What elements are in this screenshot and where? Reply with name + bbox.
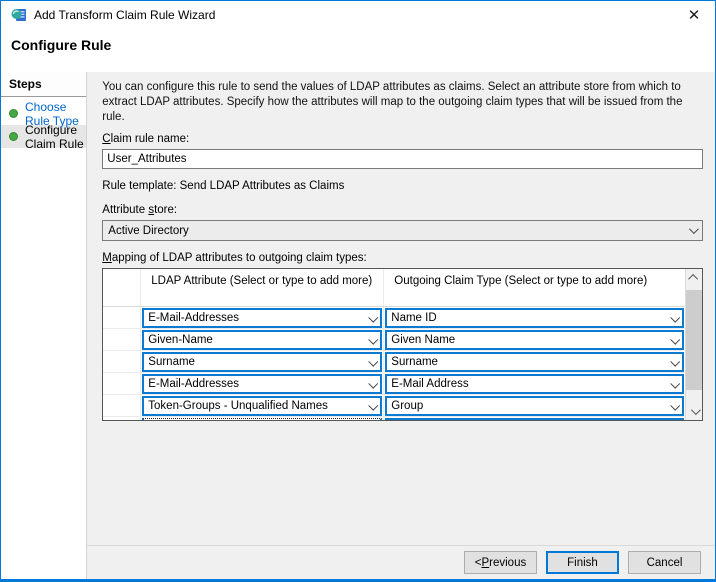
wizard-window: Add Transform Claim Rule Wizard ✕ Config… [0, 0, 716, 582]
row-selector[interactable] [103, 351, 141, 372]
step-completed-icon [9, 109, 18, 118]
outgoing-claim-column-header: Outgoing Claim Type (Select or type to a… [384, 269, 685, 288]
outgoing-claim-select-5[interactable] [385, 418, 684, 421]
table-row: Surname Surname [103, 351, 685, 373]
ldap-attribute-select-3[interactable]: E-Mail-Addresses [142, 374, 382, 394]
row-selector-header [103, 269, 141, 306]
page-header: Configure Rule [1, 29, 715, 72]
row-selector[interactable] [103, 329, 141, 350]
table-row: E-Mail-Addresses E-Mail Address [103, 373, 685, 395]
ldap-attribute-select-1[interactable]: Given-Name [142, 330, 382, 350]
wizard-app-icon [11, 7, 27, 23]
chevron-down-icon [369, 378, 379, 388]
chevron-down-icon [369, 400, 379, 410]
outgoing-claim-select-2[interactable]: Surname [385, 352, 684, 372]
window-title: Add Transform Claim Rule Wizard [34, 8, 681, 22]
outgoing-claim-select-0[interactable]: Name ID [385, 308, 684, 328]
chevron-down-icon [689, 224, 699, 234]
chevron-down-icon [670, 356, 680, 366]
mapping-table-header: LDAP Attribute (Select or type to add mo… [103, 269, 685, 307]
title-bar: Add Transform Claim Rule Wizard ✕ [1, 1, 715, 29]
chevron-down-icon [670, 334, 680, 344]
page-title: Configure Rule [11, 37, 715, 53]
previous-button[interactable]: < Previous [464, 551, 537, 574]
configure-rule-panel: You can configure this rule to send the … [87, 72, 715, 545]
close-icon[interactable]: ✕ [681, 4, 707, 26]
chevron-down-icon [369, 334, 379, 344]
chevron-down-icon [670, 400, 680, 410]
table-scrollbar[interactable] [685, 269, 702, 420]
ldap-attribute-select-5[interactable] [142, 418, 382, 421]
wizard-button-bar: < Previous Finish Cancel [87, 545, 715, 579]
chevron-down-icon [670, 378, 680, 388]
outgoing-claim-select-4[interactable]: Group [385, 396, 684, 416]
attribute-store-label: Attribute store: [102, 204, 703, 216]
cancel-button[interactable]: Cancel [628, 551, 701, 574]
table-row-partial [103, 417, 685, 421]
table-row: Token-Groups - Unqualified Names Group [103, 395, 685, 417]
row-selector[interactable] [103, 417, 141, 421]
outgoing-claim-select-1[interactable]: Given Name [385, 330, 684, 350]
mapping-label: Mapping of LDAP attributes to outgoing c… [102, 252, 703, 264]
ldap-attribute-select-2[interactable]: Surname [142, 352, 382, 372]
rule-description: You can configure this rule to send the … [102, 80, 703, 125]
scrollbar-up-icon[interactable] [686, 269, 703, 286]
table-row: Given-Name Given Name [103, 329, 685, 351]
chevron-down-icon [369, 356, 379, 366]
ldap-attribute-select-0[interactable]: E-Mail-Addresses [142, 308, 382, 328]
ldap-attribute-column-header: LDAP Attribute (Select or type to add mo… [141, 269, 383, 288]
row-selector[interactable] [103, 307, 141, 328]
claim-rule-name-label: Claim rule name: [102, 133, 703, 145]
step-completed-icon [9, 132, 18, 141]
rule-template-text: Rule template: Send LDAP Attributes as C… [102, 180, 703, 192]
attribute-store-select[interactable]: Active Directory [102, 220, 703, 241]
row-selector[interactable] [103, 395, 141, 416]
claim-rule-name-input[interactable] [102, 149, 703, 169]
outgoing-claim-select-3[interactable]: E-Mail Address [385, 374, 684, 394]
ldap-attribute-select-4[interactable]: Token-Groups - Unqualified Names [142, 396, 382, 416]
scrollbar-down-icon[interactable] [686, 403, 703, 420]
finish-button[interactable]: Finish [546, 551, 619, 574]
chevron-down-icon [670, 312, 680, 322]
scrollbar-thumb[interactable] [686, 290, 703, 390]
sidebar-item-configure-claim-rule[interactable]: Configure Claim Rule [1, 125, 86, 148]
row-selector[interactable] [103, 373, 141, 394]
table-row: E-Mail-Addresses Name ID [103, 307, 685, 329]
steps-title: Steps [1, 72, 86, 97]
chevron-down-icon [369, 312, 379, 322]
mapping-table: LDAP Attribute (Select or type to add mo… [102, 268, 703, 421]
steps-sidebar: Steps Choose Rule Type Configure Claim R… [1, 72, 87, 579]
